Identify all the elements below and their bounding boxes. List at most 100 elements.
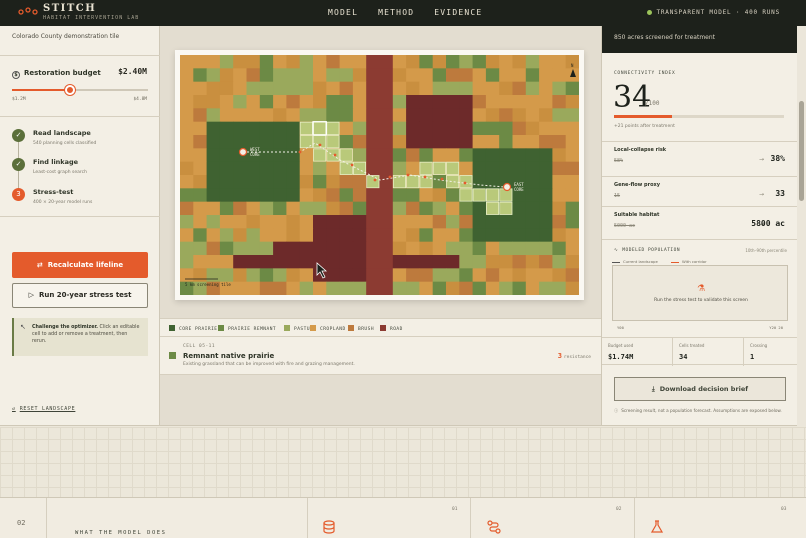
map-cell[interactable] [219,228,234,243]
map-cell[interactable] [459,241,473,256]
map-cell[interactable] [246,241,261,256]
map-cell[interactable] [432,81,447,96]
map-cell[interactable] [512,255,527,269]
map-cell[interactable] [539,108,553,123]
map-cell[interactable] [499,108,513,123]
map-cell[interactable] [392,148,407,163]
map-cell[interactable] [432,135,447,149]
map-cell[interactable] [472,281,487,295]
map-cell[interactable] [233,135,247,149]
map-cell[interactable] [512,68,527,83]
map-cell[interactable] [339,228,354,243]
map-cell[interactable] [206,188,221,203]
map-cell[interactable] [299,148,314,163]
map-cell[interactable] [352,188,367,203]
map-cell[interactable] [206,121,221,136]
map-cell[interactable] [273,135,287,149]
map-cell[interactable] [193,161,207,176]
map-cell[interactable] [206,215,221,229]
treated-cell[interactable] [485,201,500,215]
map-cell[interactable] [286,241,301,256]
treated-cell[interactable] [472,188,486,202]
map-cell[interactable] [219,135,234,149]
map-cell[interactable] [419,268,434,283]
map-cell[interactable] [512,161,527,176]
map-cell[interactable] [246,55,261,69]
map-cell[interactable] [273,81,287,96]
map-cell[interactable] [180,241,194,256]
map-cell[interactable] [499,268,513,283]
map-cell[interactable] [446,95,460,109]
map-cell[interactable] [313,161,327,176]
map-cell[interactable] [552,281,567,295]
map-cell[interactable] [472,108,487,123]
map-cell[interactable] [180,268,194,283]
map-cell[interactable] [459,95,473,109]
map-cell[interactable] [446,135,460,149]
map-cell[interactable] [273,281,287,295]
download-brief-button[interactable]: ⤓ Download decision brief [614,377,786,401]
map-cell[interactable] [180,68,194,83]
map-cell[interactable] [233,175,247,189]
map-cell[interactable] [259,121,274,136]
map-cell[interactable] [259,241,274,256]
map-cell[interactable] [352,175,367,189]
map-cell[interactable] [299,255,314,269]
map-cell[interactable] [366,161,380,176]
map-cell[interactable] [219,215,234,229]
map-cell[interactable] [446,241,460,256]
map-cell[interactable] [406,55,420,69]
map-cell[interactable] [552,135,567,149]
map-cell[interactable] [406,215,420,229]
map-cell[interactable] [552,108,567,123]
treated-cell[interactable] [352,161,367,175]
map-cell[interactable] [259,188,274,203]
map-cell[interactable] [299,55,314,69]
map-cell[interactable] [246,188,261,203]
map-cell[interactable] [459,108,473,123]
map-cell[interactable] [313,81,327,96]
map-cell[interactable] [273,228,287,243]
map-cell[interactable] [273,68,287,83]
map-cell[interactable] [273,268,287,283]
map-cell[interactable] [286,135,301,149]
map-cell[interactable] [313,281,327,295]
map-cell[interactable] [206,175,221,189]
treated-cell[interactable] [339,148,353,162]
map-cell[interactable] [193,268,207,283]
map-cell[interactable] [539,55,553,69]
map-cell[interactable] [219,121,234,136]
map-cell[interactable] [299,175,314,189]
map-cell[interactable] [352,201,367,216]
map-cell[interactable] [512,108,527,123]
map-cell[interactable] [379,188,394,203]
map-cell[interactable] [326,95,340,109]
map-cell[interactable] [286,201,301,216]
map-cell[interactable] [459,148,473,163]
map-cell[interactable] [180,188,194,203]
map-cell[interactable] [259,175,274,189]
map-cell[interactable] [525,281,540,295]
map-cell[interactable] [286,108,301,123]
map-cell[interactable] [446,148,460,163]
map-cell[interactable] [366,201,380,216]
map-cell[interactable] [459,228,473,243]
map-cell[interactable] [326,188,340,203]
map-cell[interactable] [485,81,500,96]
map-cell[interactable] [339,135,354,149]
map-cell[interactable] [379,268,394,283]
map-cell[interactable] [286,121,301,136]
map-cell[interactable] [379,241,394,256]
map-cell[interactable] [259,95,274,109]
brand-title[interactable]: STITCH [43,3,96,14]
map-cell[interactable] [472,55,487,69]
map-cell[interactable] [366,255,380,269]
map-cell[interactable] [246,121,261,136]
map-cell[interactable] [472,81,487,96]
map-cell[interactable] [472,215,487,229]
map-cell[interactable] [233,201,247,216]
treated-cell[interactable] [326,135,340,149]
map-cell[interactable] [339,255,354,269]
map-cell[interactable] [180,95,194,109]
treated-cell[interactable] [313,148,327,162]
